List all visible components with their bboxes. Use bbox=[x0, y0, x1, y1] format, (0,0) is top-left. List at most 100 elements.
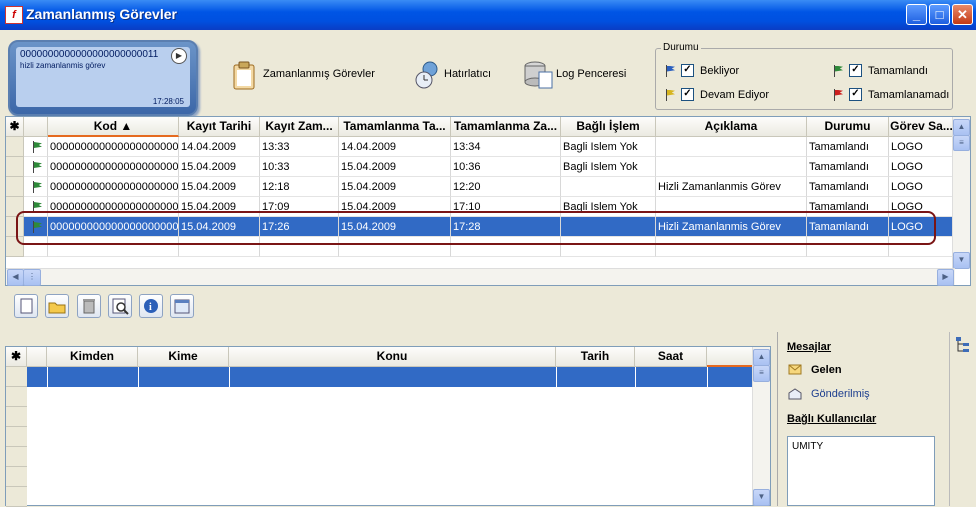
scroll-left-icon[interactable]: ◀ bbox=[7, 269, 24, 286]
table-cell: Bagli Islem Yok bbox=[561, 157, 656, 177]
table-cell: 13:34 bbox=[451, 137, 561, 157]
column-header-tarih[interactable]: Tarih bbox=[556, 347, 635, 367]
table-cell: Tamamlandı bbox=[807, 137, 889, 157]
green-flag-icon bbox=[32, 161, 42, 173]
status-failed-checkbox[interactable]: ✓ bbox=[849, 88, 862, 101]
status-in-progress[interactable]: ✓ Devam Ediyor bbox=[665, 88, 769, 101]
schedule-icon bbox=[174, 299, 190, 314]
column-header-kimden[interactable]: Kimden bbox=[47, 347, 138, 367]
status-waiting-checkbox[interactable]: ✓ bbox=[681, 64, 694, 77]
status-failed-label: Tamamlanamadı bbox=[868, 88, 950, 101]
tree-icon bbox=[956, 337, 969, 352]
table-cell: 15.04.2009 bbox=[179, 177, 260, 197]
side-panel-toggle[interactable] bbox=[949, 332, 974, 506]
column-header-konu[interactable]: Konu bbox=[229, 347, 556, 367]
table-cell: 15.04.2009 bbox=[179, 157, 260, 177]
status-completed-checkbox[interactable]: ✓ bbox=[849, 64, 862, 77]
table-cell: 14.04.2009 bbox=[179, 137, 260, 157]
green-flag-icon bbox=[32, 181, 42, 193]
column-header-gorev-sahibi[interactable]: Görev Sa... bbox=[889, 117, 955, 137]
messages-scroll-down-icon[interactable]: ▼ bbox=[753, 489, 770, 506]
clipboard-icon bbox=[231, 60, 257, 90]
table-cell: 10:33 bbox=[260, 157, 339, 177]
messages-grid-corner-icon[interactable]: ✱ bbox=[6, 347, 27, 367]
column-header-aciklama[interactable]: Açıklama bbox=[656, 117, 807, 137]
new-document-button[interactable] bbox=[14, 294, 38, 318]
row-header[interactable] bbox=[6, 157, 24, 177]
messages-grid: ✱ Kimden Kime Konu Tarih Saat ▲ ≡ ▼ bbox=[5, 346, 771, 507]
status-completed[interactable]: ✓ Tamamlandı bbox=[833, 64, 928, 77]
minimize-button[interactable]: _ bbox=[906, 4, 927, 25]
task-code: 0000000000000000000000011 bbox=[20, 49, 159, 60]
envelope-icon bbox=[788, 364, 802, 375]
red-flag-icon bbox=[833, 88, 843, 101]
preview-icon bbox=[112, 298, 129, 315]
column-header-tamamlanma-tarihi[interactable]: Tamamlanma Ta... bbox=[339, 117, 451, 137]
column-header-kayit-tarihi[interactable]: Kayıt Tarihi bbox=[179, 117, 260, 137]
column-header-kime[interactable]: Kime bbox=[138, 347, 229, 367]
inbox-label: Gelen bbox=[811, 364, 842, 376]
status-waiting-label: Bekliyor bbox=[700, 64, 740, 77]
flag-column-header bbox=[24, 117, 48, 137]
maximize-button[interactable]: □ bbox=[929, 4, 950, 25]
table-cell: 0000000000000000000000000 bbox=[48, 177, 179, 197]
tasks-horizontal-scrollbar[interactable]: ◀ ⋮ ▶ bbox=[6, 268, 955, 286]
messages-row-headers bbox=[6, 367, 27, 507]
grid-corner-icon[interactable]: ✱ bbox=[6, 117, 24, 137]
column-header-bagli-islem[interactable]: Bağlı İşlem bbox=[561, 117, 656, 137]
column-header-kayit-zaman[interactable]: Kayıt Zam... bbox=[260, 117, 339, 137]
play-icon[interactable]: ▶ bbox=[171, 48, 187, 64]
messages-vertical-scrollbar[interactable]: ▲ ≡ ▼ bbox=[752, 347, 770, 506]
scroll-down-icon[interactable]: ▼ bbox=[953, 252, 970, 269]
messages-title: Mesajlar bbox=[787, 341, 832, 353]
schedule-button[interactable] bbox=[170, 294, 194, 318]
scroll-thumb[interactable]: ≡ bbox=[953, 135, 970, 151]
open-envelope-icon bbox=[788, 388, 802, 400]
column-header-saat[interactable]: Saat bbox=[635, 347, 707, 367]
inbox-link[interactable]: Gelen bbox=[788, 364, 842, 376]
column-header-tamamlanma-zamani[interactable]: Tamamlanma Za... bbox=[451, 117, 561, 137]
table-cell: 10:36 bbox=[451, 157, 561, 177]
scroll-up-icon[interactable]: ▲ bbox=[953, 119, 970, 136]
tab-reminder[interactable]: Hatırlatıcı bbox=[412, 60, 492, 89]
user-item[interactable]: UMITY bbox=[792, 441, 930, 452]
column-header-kod[interactable]: Kod ▲ bbox=[48, 117, 179, 137]
action-toolbar: i bbox=[5, 288, 971, 324]
task-time: 17:28:05 bbox=[152, 97, 184, 106]
delete-button[interactable] bbox=[77, 294, 101, 318]
connected-users-list[interactable]: UMITY bbox=[787, 436, 935, 506]
tab-reminder-label: Hatırlatıcı bbox=[444, 68, 492, 80]
info-button[interactable]: i bbox=[139, 294, 163, 318]
row-header[interactable] bbox=[6, 177, 24, 197]
tab-log-window[interactable]: Log Penceresi bbox=[524, 60, 626, 89]
status-failed[interactable]: ✓ Tamamlanamadı bbox=[833, 88, 949, 101]
open-folder-button[interactable] bbox=[45, 294, 69, 318]
svg-text:i: i bbox=[149, 302, 152, 313]
tasks-vertical-scrollbar[interactable]: ▲ ≡ ▼ bbox=[952, 117, 970, 269]
status-completed-label: Tamamlandı bbox=[868, 64, 928, 77]
column-header-extra[interactable] bbox=[707, 347, 755, 367]
messages-selected-row[interactable] bbox=[27, 367, 755, 387]
open-folder-icon bbox=[48, 302, 66, 314]
messages-scroll-thumb[interactable]: ≡ bbox=[753, 365, 770, 382]
scroll-right-icon[interactable]: ▶ bbox=[937, 269, 954, 286]
tab-scheduled-tasks[interactable]: Zamanlanmış Görevler bbox=[231, 60, 375, 90]
close-button[interactable]: ✕ bbox=[952, 4, 973, 25]
status-waiting[interactable]: ✓ Bekliyor bbox=[665, 64, 739, 77]
table-cell: 12:20 bbox=[451, 177, 561, 197]
column-header-durumu[interactable]: Durumu bbox=[807, 117, 889, 137]
sent-label: Gönderilmiş bbox=[811, 388, 870, 400]
info-icon: i bbox=[144, 299, 158, 313]
sent-link[interactable]: Gönderilmiş bbox=[788, 388, 870, 400]
table-cell: Bagli Islem Yok bbox=[561, 137, 656, 157]
preview-button[interactable] bbox=[108, 294, 132, 318]
table-cell: Tamamlandı bbox=[807, 177, 889, 197]
task-widget[interactable]: 0000000000000000000000011 hizli zamanlan… bbox=[8, 40, 198, 116]
messages-scroll-up-icon[interactable]: ▲ bbox=[753, 349, 770, 366]
hscroll-thumb[interactable]: ⋮ bbox=[23, 269, 41, 286]
row-header[interactable] bbox=[6, 137, 24, 157]
table-cell bbox=[656, 137, 807, 157]
row-flag-cell bbox=[24, 137, 48, 157]
status-in-progress-checkbox[interactable]: ✓ bbox=[681, 88, 694, 101]
status-in-progress-label: Devam Ediyor bbox=[700, 88, 770, 101]
